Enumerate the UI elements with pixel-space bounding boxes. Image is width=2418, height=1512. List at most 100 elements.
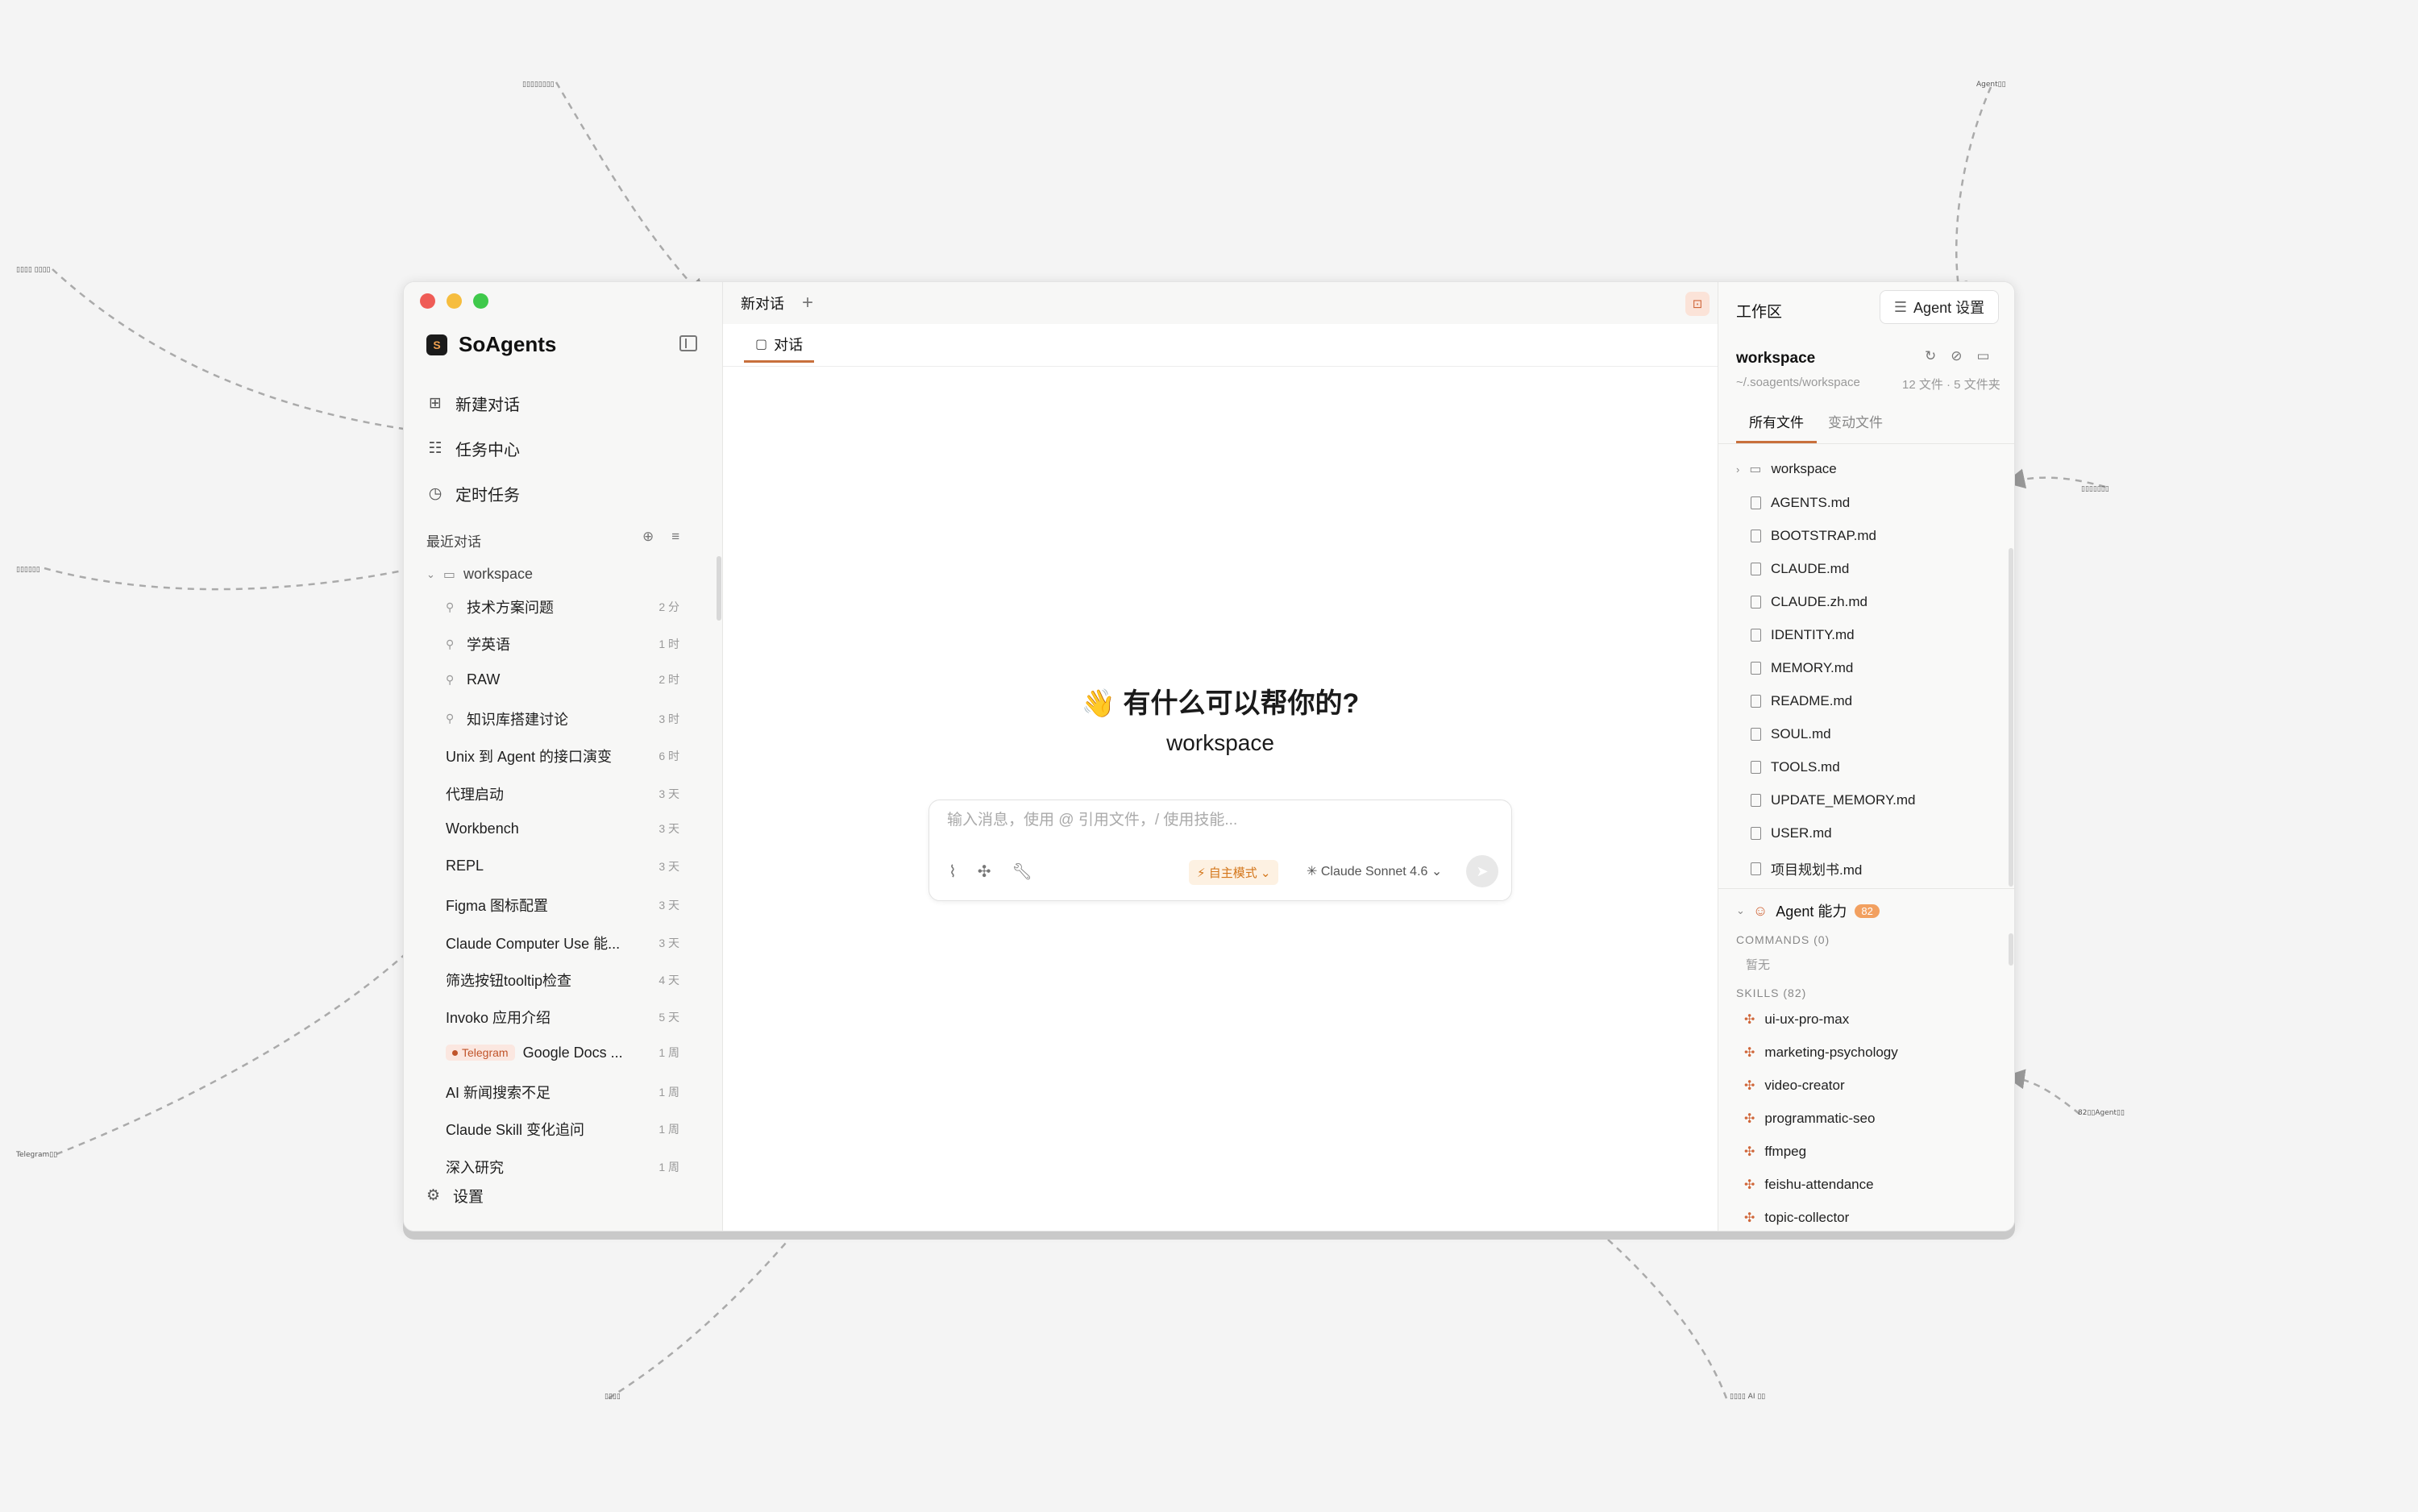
skill-item[interactable]: ✣ marketing-psychology [1744,1045,1898,1061]
conversation-item[interactable]: Workbench 3 天 [446,820,679,837]
nav-scheduled-tasks[interactable]: ◷ 定时任务 [426,482,520,505]
conversation-time: 1 周 [659,1046,679,1060]
file-item[interactable]: USER.md [1751,825,1832,841]
task-center-icon: ☷ [428,439,442,457]
conversation-item[interactable]: 代理启动 3 天 [446,783,679,804]
minimize-window-button[interactable] [447,293,462,309]
skill-item[interactable]: ✣ topic-collector [1744,1210,1849,1226]
file-icon [1751,695,1761,708]
skill-item[interactable]: ✣ ffmpeg [1744,1144,1806,1160]
divider [723,366,1718,367]
file-item[interactable]: CLAUDE.md [1751,561,1849,577]
skill-item[interactable]: ✣ programmatic-seo [1744,1111,1875,1127]
file-name: TOOLS.md [1771,759,1840,775]
conversation-item[interactable]: ⚲ 学英语 1 时 [446,633,679,654]
conversation-item[interactable]: Claude Skill 变化追问 1 周 [446,1119,679,1140]
agent-ability-header[interactable]: ⌄ ☺ Agent 能力 82 [1736,900,1880,921]
skill-item[interactable]: ✣ feishu-attendance [1744,1177,1874,1193]
maximize-window-button[interactable] [473,293,488,309]
agent-settings-label: Agent 设置 [1913,300,1985,316]
refresh-icon[interactable]: ↻ [1925,348,1936,364]
file-icon [1751,629,1761,642]
message-input[interactable] [947,812,1479,829]
conversation-time: 6 时 [659,750,679,763]
conversation-item[interactable]: Invoko 应用介绍 5 天 [446,1007,679,1028]
conversation-item[interactable]: Unix 到 Agent 的接口演变 6 时 [446,746,679,766]
conversation-time: 3 时 [659,712,679,725]
skill-puzzle-icon: ✣ [1744,1079,1755,1093]
agent-ability-count: 82 [1855,903,1880,918]
file-item[interactable]: IDENTITY.md [1751,627,1855,643]
file-icon [1751,662,1761,675]
skill-item[interactable]: ✣ ui-ux-pro-max [1744,1011,1849,1028]
conversation-time: 4 天 [659,974,679,987]
nav-new-chat[interactable]: ⊞ 新建对话 [426,392,520,415]
conversation-item[interactable]: AI 新闻搜索不足 1 周 [446,1082,679,1103]
tab-new-chat[interactable]: 新对话 [723,282,802,324]
conversation-item[interactable]: ⚲ RAW 2 时 [446,671,679,688]
file-item[interactable]: TOOLS.md [1751,759,1840,775]
settings-button[interactable]: ⚙ 设置 [426,1185,484,1207]
file-icon [1751,530,1761,542]
conversation-item[interactable]: 深入研究 1 周 [446,1157,679,1178]
conversation-item[interactable]: 筛选按钮tooltip检查 4 天 [446,970,679,991]
conversation-item[interactable]: REPL 3 天 [446,858,679,874]
file-item[interactable]: BOOTSTRAP.md [1751,528,1876,544]
skill-puzzle-icon: ✣ [1744,1178,1755,1192]
conversation-item[interactable]: Claude Computer Use 能... 3 天 [446,933,679,953]
file-icon [1751,563,1761,575]
workspace-panel: 工作区 ☰ Agent 设置 workspace ↻ ⊘ ▭ ~/.soagen… [1718,282,2014,1231]
abilities-scrollbar[interactable] [2009,933,2013,966]
subtab-label: 对话 [774,336,804,353]
skill-item[interactable]: ✣ video-creator [1744,1078,1845,1094]
conversation-title: 知识库搭建讨论 [467,711,568,728]
folder-workspace[interactable]: ⌄ ▭ workspace [426,566,533,583]
new-chat-icon: ⊞ [429,394,442,412]
conversation-item[interactable]: ⚲ 技术方案问题 2 分 [446,596,679,617]
file-item[interactable]: README.md [1751,693,1852,709]
recent-chats-actions: ⊕ ≡ [642,529,679,545]
tab-changed-files[interactable]: 变动文件 [1828,411,1883,441]
conversation-time: 3 天 [659,787,679,800]
workspace-actions: ↻ ⊘ ▭ [1925,348,1990,364]
close-window-button[interactable] [420,293,435,309]
conversation-title: AI 新闻搜索不足 [446,1084,551,1101]
annotation-note: ▯▯▯▯▯▯▯▯ [522,81,555,89]
wrench-icon[interactable]: 🔧︎ [1012,862,1032,882]
recent-chats-title: 最近对话 [426,534,481,550]
open-folder-icon[interactable]: ▭ [1977,348,1990,364]
sidebar-toggle-icon[interactable] [679,335,697,351]
file-item[interactable]: MEMORY.md [1751,660,1853,676]
conversation-item[interactable]: Telegram Google Docs ... 1 周 [446,1045,679,1061]
filter-icon[interactable]: ≡ [671,529,679,545]
send-button[interactable]: ➤ [1466,855,1498,887]
tab-all-files[interactable]: 所有文件 [1736,411,1817,443]
file-item[interactable]: CLAUDE.zh.md [1751,594,1868,610]
file-list-scrollbar[interactable] [2009,548,2013,887]
settings-label: 设置 [453,1189,484,1206]
file-item[interactable]: AGENTS.md [1751,495,1850,511]
new-folder-icon[interactable]: ⊕ [642,529,654,545]
toggle-panel-icon[interactable]: ⊡ [1685,292,1710,316]
subtab-chat[interactable]: ▢ 对话 [744,327,815,363]
conversation-title: 学英语 [467,637,510,654]
conversation-item[interactable]: ⚲ 知识库搭建讨论 3 时 [446,708,679,729]
tree-folder-workspace[interactable]: › ▭ workspace [1736,461,1837,477]
file-name: UPDATE_MEMORY.md [1771,792,1916,808]
conversation-title: Google Docs ... [522,1044,623,1061]
skill-puzzle-icon[interactable]: ✣ [978,862,991,882]
file-name: SOUL.md [1771,726,1831,741]
hide-icon[interactable]: ⊘ [1951,348,1962,364]
mode-selector[interactable]: ⚡︎ 自主模式 ⌄ [1189,860,1279,885]
conversation-item[interactable]: Figma 图标配置 3 天 [446,895,679,916]
paperclip-icon[interactable]: ⌇ [949,862,957,882]
file-item[interactable]: UPDATE_MEMORY.md [1751,792,1916,808]
model-selector[interactable]: ✳ Claude Sonnet 4.6 ⌄ [1307,863,1442,879]
nav-task-center[interactable]: ☷ 任务中心 [426,437,520,460]
file-item[interactable]: SOUL.md [1751,726,1831,742]
file-item[interactable]: 项目规划书.md [1751,858,1862,879]
skill-puzzle-icon: ✣ [1744,1145,1755,1159]
sidebar-scrollbar[interactable] [717,556,721,621]
add-tab-icon[interactable]: + [802,292,813,314]
agent-settings-button[interactable]: ☰ Agent 设置 [1880,290,1999,324]
